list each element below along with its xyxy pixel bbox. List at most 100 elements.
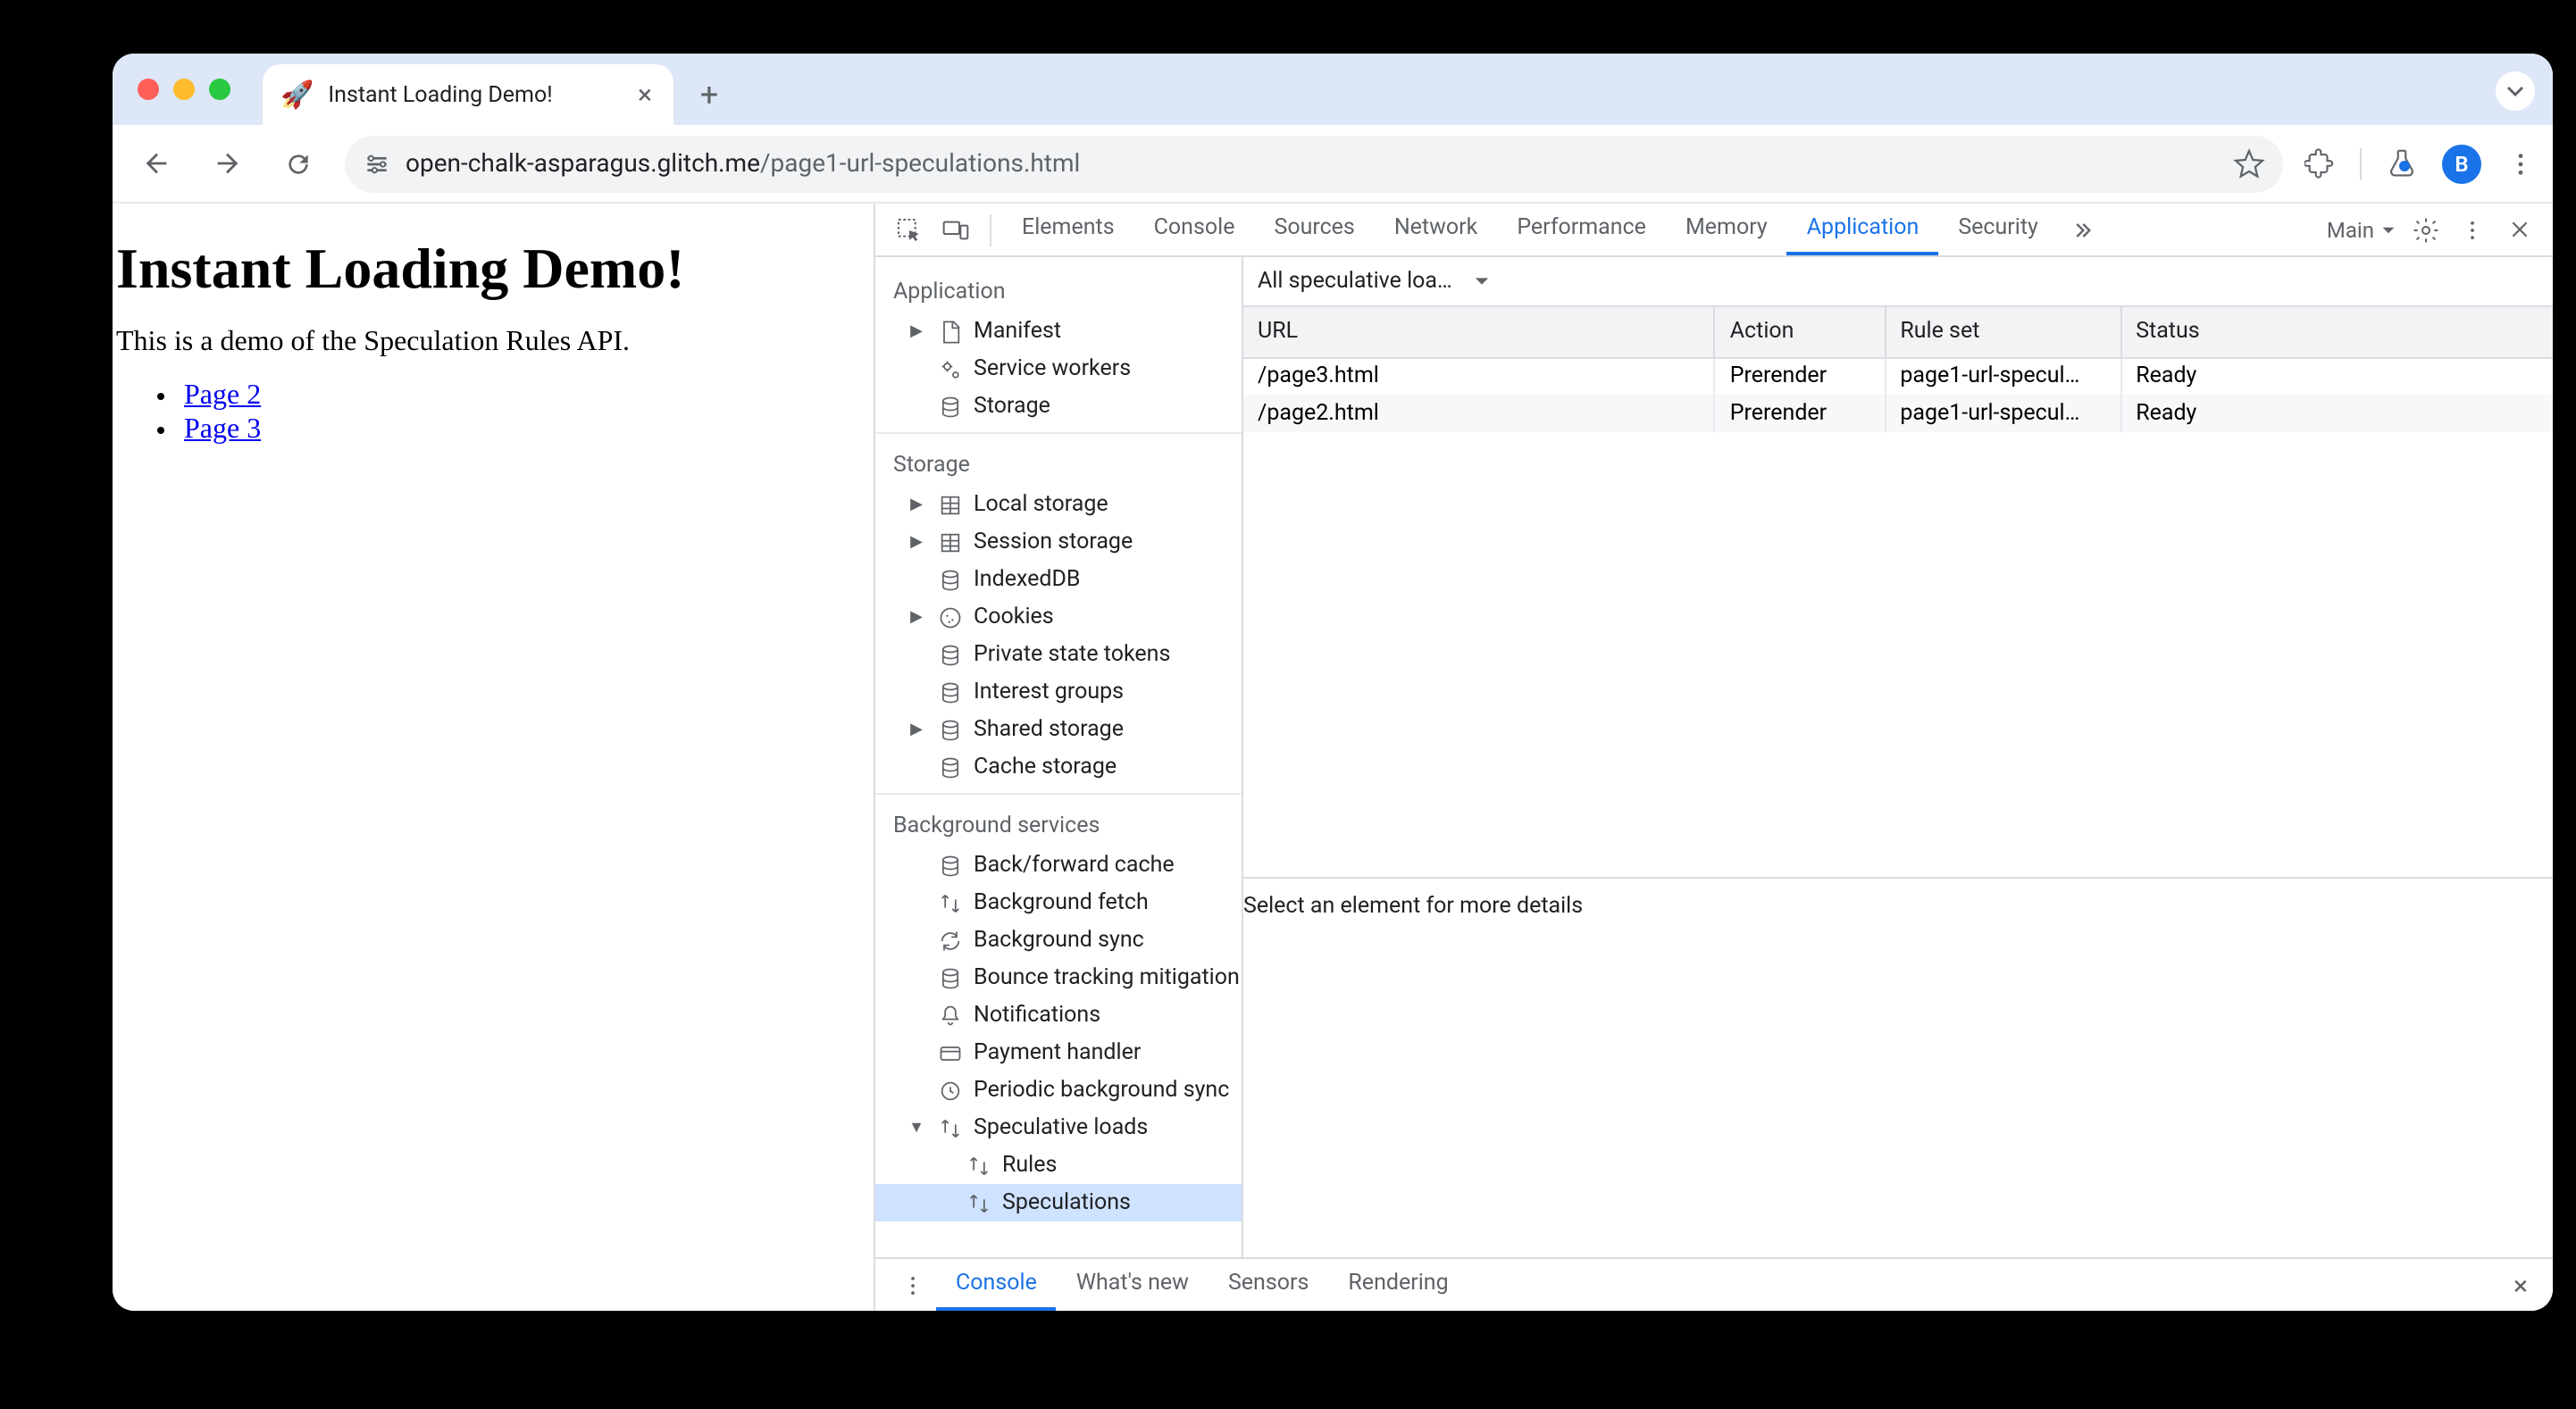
table-row[interactable]: /page2.htmlPrerenderpage1-url-specul…Rea… <box>1243 395 2553 432</box>
sidebar-item[interactable]: Interest groups <box>875 673 1242 711</box>
url-text: open-chalk-asparagus.glitch.me/page1-url… <box>406 149 1080 178</box>
tab-title: Instant Loading Demo! <box>328 81 620 108</box>
tab-memory[interactable]: Memory <box>1666 204 1787 255</box>
sidebar-item-label: Speculations <box>1002 1189 1131 1216</box>
db-icon <box>936 755 963 780</box>
gears-icon <box>936 356 963 381</box>
col-header-action[interactable]: Action <box>1715 307 1886 357</box>
toolbar: open-chalk-asparagus.glitch.me/page1-url… <box>113 125 2553 204</box>
sidebar-item-label: Storage <box>974 393 1050 420</box>
speculations-table-wrap: URL Action Rule set Status /page3.htmlPr… <box>1243 307 2553 879</box>
sidebar-item[interactable]: ▶Cookies <box>875 598 1242 636</box>
tab-sources[interactable]: Sources <box>1254 204 1374 255</box>
sidebar-item[interactable]: Storage <box>875 388 1242 425</box>
site-info-button[interactable] <box>363 149 391 178</box>
sidebar-item[interactable]: ▶Manifest <box>875 313 1242 350</box>
settings-button[interactable] <box>2403 206 2449 253</box>
reload-button[interactable] <box>273 138 323 188</box>
drawer-tab-whatsnew[interactable]: What's new <box>1057 1259 1209 1311</box>
list-item: Page 2 <box>184 380 856 413</box>
sidebar-item[interactable]: ▶Shared storage <box>875 711 1242 748</box>
speculation-filter: All speculative loa… <box>1243 257 2553 307</box>
extensions-button[interactable] <box>2304 148 2335 179</box>
sidebar-item[interactable]: Speculations <box>875 1184 1242 1221</box>
sidebar-item[interactable]: Background sync <box>875 921 1242 959</box>
disclosure-triangle-icon: ▼ <box>907 1118 925 1138</box>
sidebar-item[interactable]: Rules <box>875 1146 1242 1184</box>
application-sidebar: Application▶ManifestService workersStora… <box>875 257 1243 1257</box>
bell-icon <box>936 1003 963 1028</box>
card-icon <box>936 1040 963 1065</box>
sidebar-item[interactable]: ▶Session storage <box>875 523 1242 561</box>
tab-strip: 🚀 Instant Loading Demo! × + <box>113 54 2553 125</box>
sidebar-item[interactable]: Cache storage <box>875 748 1242 786</box>
close-tab-button[interactable]: × <box>634 79 656 111</box>
profile-avatar[interactable]: B <box>2442 144 2481 183</box>
chrome-menu-button[interactable] <box>2506 149 2535 178</box>
inspect-element-button[interactable] <box>886 206 933 253</box>
drawer-tab-rendering[interactable]: Rendering <box>1328 1259 1468 1311</box>
col-header-url[interactable]: URL <box>1243 307 1715 357</box>
close-drawer-button[interactable]: × <box>2503 1269 2538 1301</box>
favicon-icon: 🚀 <box>280 79 314 111</box>
browser-tab[interactable]: 🚀 Instant Loading Demo! × <box>263 64 673 125</box>
window-controls <box>130 54 241 125</box>
sidebar-item[interactable]: Periodic background sync <box>875 1071 1242 1109</box>
sidebar-item[interactable]: Service workers <box>875 350 1242 388</box>
devtools-panel: Elements Console Sources Network Perform… <box>874 204 2553 1311</box>
drawer-tab-console[interactable]: Console <box>936 1259 1057 1311</box>
page-link[interactable]: Page 2 <box>184 380 261 411</box>
sidebar-item-label: Periodic background sync <box>974 1077 1229 1104</box>
sidebar-item[interactable]: ▼Speculative loads <box>875 1109 1242 1146</box>
filter-dropdown[interactable]: All speculative loa… <box>1258 268 1490 295</box>
tab-console[interactable]: Console <box>1134 204 1255 255</box>
tab-elements[interactable]: Elements <box>1002 204 1134 255</box>
cell-ruleset: page1-url-specul… <box>1885 395 2120 432</box>
forward-button[interactable] <box>202 138 252 188</box>
close-devtools-button[interactable] <box>2496 206 2542 253</box>
sidebar-item-label: Shared storage <box>974 716 1124 743</box>
sidebar-item[interactable]: IndexedDB <box>875 561 1242 598</box>
separator <box>2360 147 2362 179</box>
sidebar-item[interactable]: Back/forward cache <box>875 846 1242 884</box>
sidebar-item[interactable]: Bounce tracking mitigation <box>875 959 1242 996</box>
col-header-ruleset[interactable]: Rule set <box>1885 307 2120 357</box>
back-button[interactable] <box>130 138 180 188</box>
sidebar-item[interactable]: ▶ Local storage <box>875 486 1242 523</box>
tab-search-button[interactable] <box>2496 71 2535 111</box>
drawer-menu-button[interactable] <box>890 1262 936 1308</box>
table-row[interactable]: /page3.htmlPrerenderpage1-url-specul…Rea… <box>1243 357 2553 395</box>
col-header-status[interactable]: Status <box>2120 307 2553 357</box>
separator <box>990 213 991 246</box>
swap-icon <box>936 1115 963 1140</box>
tab-security[interactable]: Security <box>1938 204 2058 255</box>
sidebar-item[interactable]: Private state tokens <box>875 636 1242 673</box>
disclosure-triangle-icon: ▶ <box>907 496 925 513</box>
minimize-window-button[interactable] <box>173 79 195 100</box>
target-selector[interactable]: Main <box>2327 217 2396 242</box>
tab-network[interactable]: Network <box>1375 204 1497 255</box>
bookmark-button[interactable] <box>2233 147 2265 179</box>
devtools-menu-button[interactable] <box>2449 206 2496 253</box>
cell-action: Prerender <box>1715 395 1886 432</box>
more-tabs-button[interactable] <box>2058 206 2104 253</box>
sidebar-item-label: Local storage <box>974 491 1108 518</box>
sidebar-item[interactable]: Background fetch <box>875 884 1242 921</box>
cell-url: /page2.html <box>1243 395 1715 432</box>
sidebar-item-label: IndexedDB <box>974 566 1080 593</box>
new-tab-button[interactable]: + <box>684 70 734 120</box>
close-window-button[interactable] <box>138 79 159 100</box>
sidebar-item-label: Payment handler <box>974 1039 1141 1066</box>
db-icon <box>936 853 963 878</box>
device-toolbar-button[interactable] <box>933 206 979 253</box>
tab-application[interactable]: Application <box>1787 204 1939 255</box>
address-bar[interactable]: open-chalk-asparagus.glitch.me/page1-url… <box>345 135 2283 192</box>
page-link[interactable]: Page 3 <box>184 414 261 445</box>
tab-performance[interactable]: Performance <box>1497 204 1666 255</box>
sidebar-item-label: Back/forward cache <box>974 852 1175 879</box>
sidebar-item[interactable]: Payment handler <box>875 1034 1242 1071</box>
labs-button[interactable] <box>2387 148 2417 179</box>
sidebar-item[interactable]: Notifications <box>875 996 1242 1034</box>
drawer-tab-sensors[interactable]: Sensors <box>1209 1259 1328 1311</box>
maximize-window-button[interactable] <box>209 79 230 100</box>
